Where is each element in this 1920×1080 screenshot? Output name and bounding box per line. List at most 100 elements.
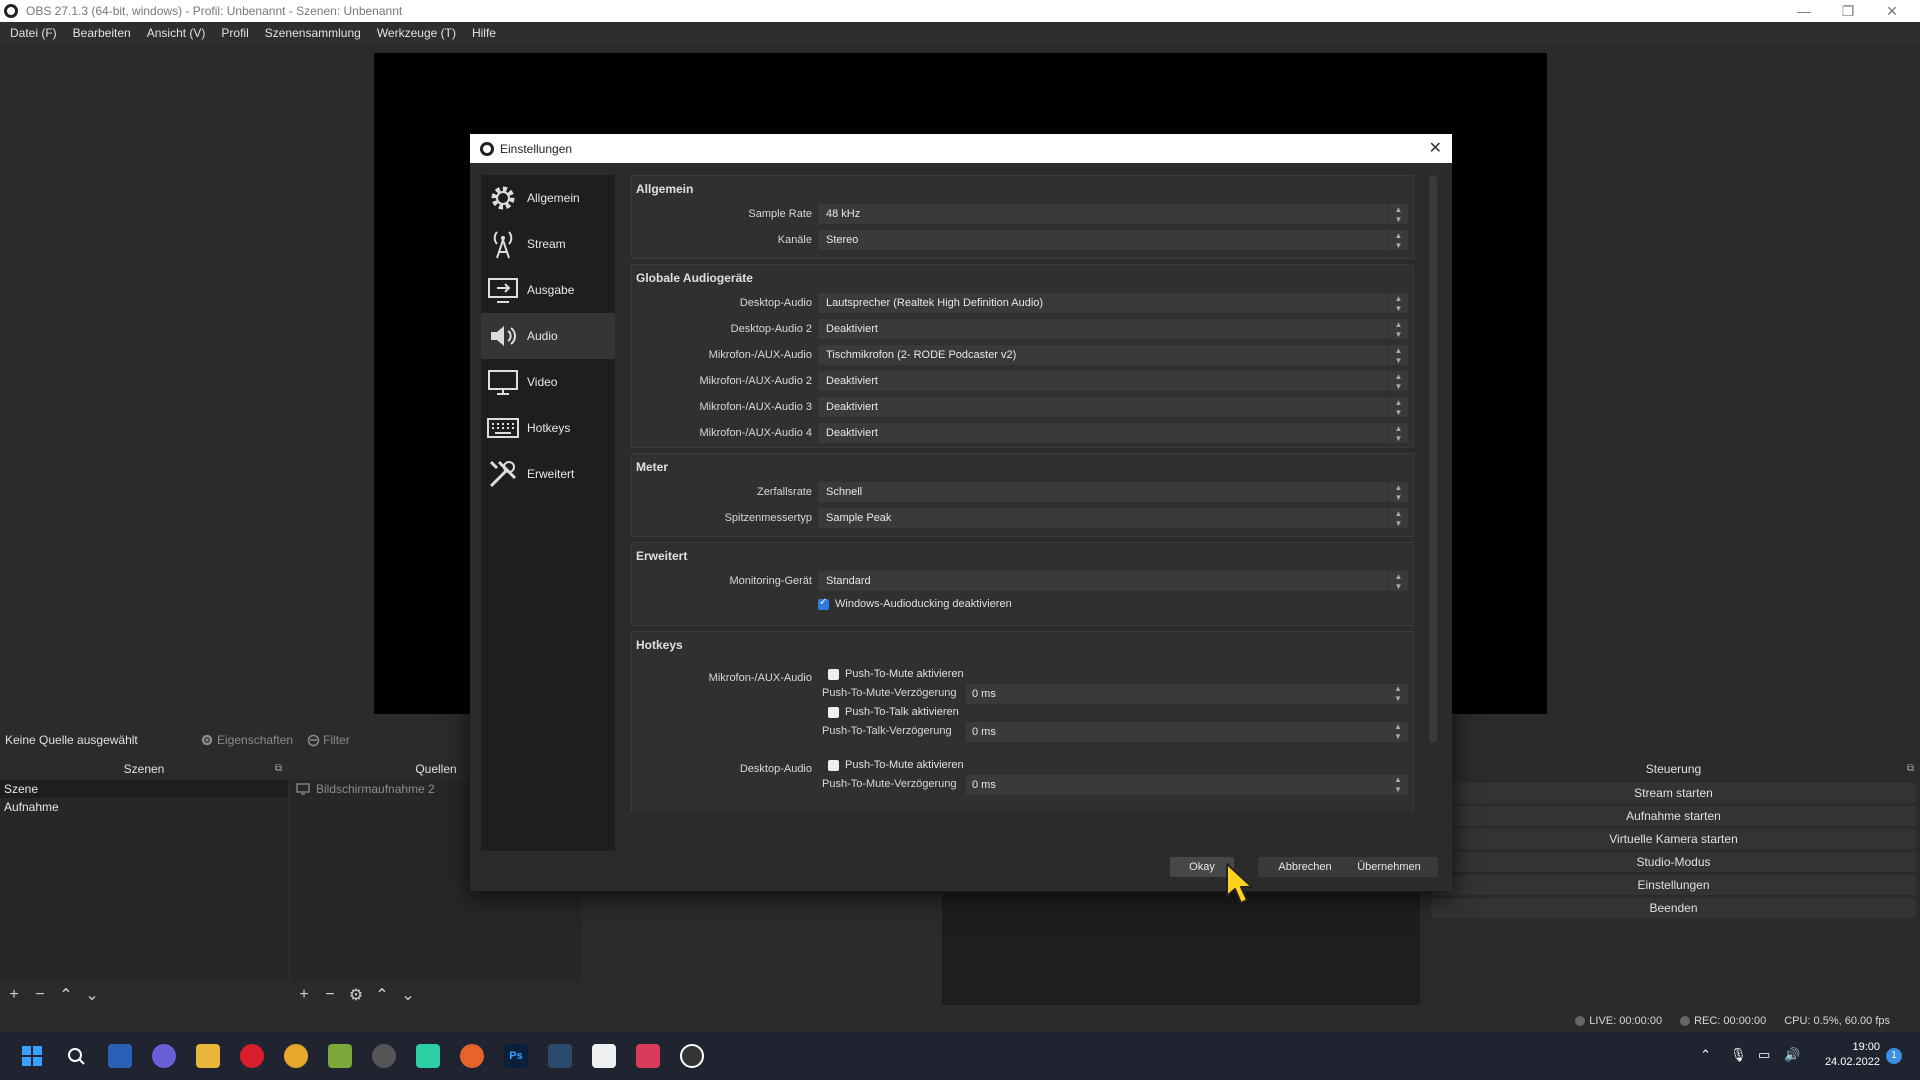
microphone-icon[interactable]: 🎙 — [1730, 1047, 1747, 1063]
undock-icon[interactable]: ⧉ — [1907, 758, 1914, 780]
menu-bearbeiten[interactable]: Bearbeiten — [65, 22, 139, 44]
filter-button[interactable]: Filter — [307, 733, 350, 747]
app-icon[interactable] — [416, 1044, 440, 1068]
add-scene-icon[interactable]: + — [6, 986, 22, 1004]
close-button[interactable]: ✕ — [1870, 0, 1914, 22]
nav-item-audio[interactable]: Audio — [481, 313, 615, 359]
obs-logo-icon — [480, 141, 494, 156]
desktop-ptm-delay-input[interactable]: 0 ms ▲ ▼ — [966, 775, 1408, 795]
chrome-icon[interactable] — [284, 1044, 308, 1068]
minimize-button[interactable]: — — [1782, 0, 1826, 22]
hotkey-delay-label: Push-To-Mute-Verzögerung — [822, 778, 957, 790]
menu-profil[interactable]: Profil — [213, 22, 256, 44]
start-virtual-camera-button[interactable]: Virtuelle Kamera starten — [1431, 829, 1916, 849]
move-up-icon[interactable]: ⌃ — [374, 985, 390, 1005]
desktop-audio-2-select[interactable]: Deaktiviert ▲ ▼ — [818, 319, 1408, 339]
content-scrollbar[interactable] — [1429, 175, 1437, 743]
peak-meter-type-select[interactable]: Sample Peak ▲ ▼ — [818, 508, 1408, 528]
nav-item-allgemein[interactable]: Allgemein — [481, 175, 615, 221]
menu-werkzeuge[interactable]: Werkzeuge (T) — [369, 22, 464, 44]
setting-label: Monitoring-Gerät — [729, 575, 812, 587]
chevron-up-icon[interactable]: ⌃ — [1700, 1047, 1711, 1063]
music-icon[interactable] — [636, 1044, 660, 1068]
status-bar: LIVE: 00:00:00 REC: 00:00:00 CPU: 0.5%, … — [0, 1010, 1920, 1032]
tools-icon — [489, 460, 517, 488]
monitor-icon — [488, 370, 518, 395]
move-down-icon[interactable]: ⌄ — [400, 985, 416, 1005]
add-source-icon[interactable]: + — [296, 986, 312, 1004]
volume-icon[interactable]: 🔊 — [1784, 1047, 1800, 1063]
source-settings-icon[interactable]: ⚙ — [348, 985, 364, 1005]
cancel-button[interactable]: Abbrechen — [1258, 857, 1352, 877]
nav-item-hotkeys[interactable]: Hotkeys — [481, 405, 615, 451]
settings-button[interactable]: Einstellungen — [1431, 875, 1916, 895]
remove-source-icon[interactable]: − — [322, 986, 338, 1004]
obs-icon[interactable] — [680, 1044, 704, 1068]
firefox-icon[interactable] — [460, 1044, 484, 1068]
nav-item-stream[interactable]: Stream — [481, 221, 615, 267]
settings-content: Allgemein Sample Rate 48 kHz ▲ ▼ Kanäle St… — [631, 175, 1421, 812]
start-stream-button[interactable]: Stream starten — [1431, 783, 1916, 803]
remove-scene-icon[interactable]: − — [32, 986, 48, 1004]
scene-item[interactable]: Aufnahme — [0, 798, 288, 816]
mic-ptm-delay-input[interactable]: 0 ms ▲ ▼ — [966, 684, 1408, 704]
app-icon[interactable] — [372, 1044, 396, 1068]
search-icon[interactable] — [64, 1044, 88, 1068]
photoshop-icon[interactable]: Ps — [504, 1044, 528, 1068]
decay-rate-select[interactable]: Schnell ▲ ▼ — [818, 482, 1408, 502]
apply-button[interactable]: Übernehmen — [1340, 857, 1438, 877]
select-arrows-icon: ▲ ▼ — [1388, 423, 1408, 443]
menu-ansicht[interactable]: Ansicht (V) — [139, 22, 214, 44]
mic-push-to-talk-checkbox[interactable]: Push-To-Talk aktivieren — [828, 706, 959, 718]
start-recording-button[interactable]: Aufnahme starten — [1431, 806, 1916, 826]
properties-button[interactable]: Eigenschaften — [200, 733, 293, 747]
group-erweitert: Erweitert Monitoring-Gerät Standard ▲▼ Wi… — [631, 542, 1414, 626]
obs-logo-icon — [4, 4, 18, 18]
channels-select[interactable]: Stereo ▲ ▼ — [818, 230, 1408, 250]
nav-item-erweitert[interactable]: Erweitert — [481, 451, 615, 497]
mic-aux-audio-select[interactable]: Tischmikrofon (2- RODE Podcaster v2) ▲ ▼ — [818, 345, 1408, 365]
select-value: Standard — [826, 575, 871, 587]
exit-button[interactable]: Beenden — [1431, 898, 1916, 918]
notification-badge[interactable]: 1 — [1886, 1048, 1902, 1064]
opera-icon[interactable] — [240, 1044, 264, 1068]
move-up-icon[interactable]: ⌃ — [58, 985, 74, 1005]
clock[interactable]: 19:00 24.02.2022 — [1825, 1040, 1880, 1070]
menu-datei[interactable]: Datei (F) — [2, 22, 65, 44]
hotkey-delay-label: Push-To-Mute-Verzögerung — [822, 687, 957, 699]
app-icon[interactable] — [592, 1044, 616, 1068]
scene-item[interactable]: Szene — [0, 780, 288, 798]
group-meter: Meter Zerfallsrate Schnell ▲ ▼ Spitzenmess… — [631, 453, 1414, 537]
studio-mode-button[interactable]: Studio-Modus — [1431, 852, 1916, 872]
sample-rate-select[interactable]: 48 kHz ▲ ▼ — [818, 204, 1408, 224]
undock-icon[interactable]: ⧉ — [275, 758, 282, 780]
menu-szenensammlung[interactable]: Szenensammlung — [257, 22, 369, 44]
nav-item-ausgabe[interactable]: Ausgabe — [481, 267, 615, 313]
mic-aux-audio-3-select[interactable]: Deaktiviert ▲ ▼ — [818, 397, 1408, 417]
desktop-push-to-mute-checkbox[interactable]: Push-To-Mute aktivieren — [828, 759, 964, 771]
mic-push-to-mute-checkbox[interactable]: Push-To-Mute aktivieren — [828, 668, 964, 680]
task-view-icon[interactable] — [108, 1044, 132, 1068]
select-value: Deaktiviert — [826, 427, 878, 439]
app-icon[interactable] — [328, 1044, 352, 1068]
dialog-close-icon[interactable]: ✕ — [1429, 138, 1442, 158]
desktop-audio-select[interactable]: Lautsprecher (Realtek High Definition Au… — [818, 293, 1408, 313]
rec-icon — [1680, 1016, 1691, 1027]
move-down-icon[interactable]: ⌄ — [84, 985, 100, 1005]
maximize-button[interactable]: ❐ — [1826, 0, 1870, 22]
monitoring-device-select[interactable]: Standard ▲ ▼ — [818, 571, 1408, 591]
nav-item-video[interactable]: Video — [481, 359, 615, 405]
network-icon[interactable]: ▭ — [1758, 1047, 1770, 1063]
file-explorer-icon[interactable] — [196, 1044, 220, 1068]
mic-aux-audio-4-select[interactable]: Deaktiviert ▲ ▼ — [818, 423, 1408, 443]
app-icon[interactable] — [548, 1044, 572, 1068]
scenes-dock: Szenen ⧉ Szene Aufnahme + − ⌃ ⌄ — [0, 758, 288, 1008]
chat-icon[interactable] — [152, 1044, 176, 1068]
keyboard-icon — [487, 418, 519, 438]
mic-aux-audio-2-select[interactable]: Deaktiviert ▲ ▼ — [818, 371, 1408, 391]
menu-hilfe[interactable]: Hilfe — [464, 22, 504, 44]
setting-label: Kanäle — [777, 234, 812, 246]
mic-ptt-delay-input[interactable]: 0 ms ▲ ▼ — [966, 722, 1408, 742]
windows-start-icon[interactable] — [20, 1044, 44, 1068]
audio-ducking-checkbox[interactable]: Windows-Audioducking deaktivieren — [818, 597, 1012, 610]
